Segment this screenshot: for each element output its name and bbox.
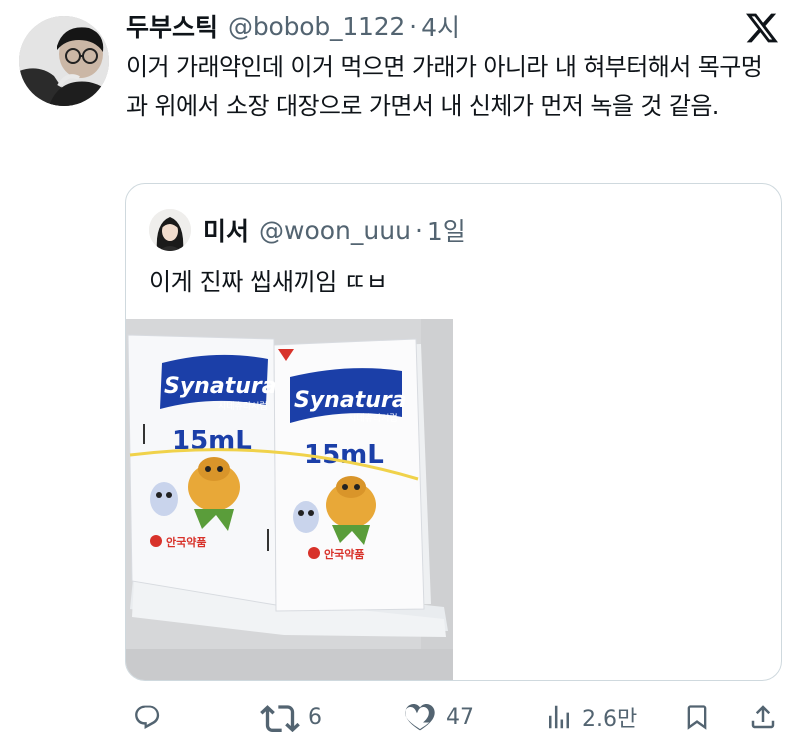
sachet-brand-korean: 시네츄라시럽 [218, 401, 268, 412]
quoted-tweet-card[interactable]: 미서 @woon_uuu · 1일 이게 진짜 씹새끼임 ㄸㅂ Synatura… [125, 183, 782, 681]
tweet-header: 두부스틱 @bobob_1122 · 4시 [126, 8, 460, 44]
bookmark-icon [687, 705, 707, 730]
x-logo-icon [746, 12, 778, 44]
views-count: 2.6만 [582, 707, 638, 732]
share-icon [751, 705, 775, 729]
reply-icon [135, 705, 160, 730]
heart-icon [405, 704, 435, 731]
views-button[interactable]: 2.6만 [544, 690, 637, 744]
share-button[interactable] [748, 690, 778, 744]
tweet-text: 이거 가래약인데 이거 먹으면 가래가 아니라 내 혀부터해서 목구멍과 위에서… [126, 53, 763, 120]
sachet-brand-korean: 시네츄라시럽 [348, 413, 398, 424]
quoted-author-avatar[interactable] [149, 209, 191, 251]
sachet-brand-label: Synatura [294, 388, 407, 413]
reply-button[interactable] [133, 690, 169, 744]
separator-dot: · [414, 215, 423, 245]
retweet-icon [260, 705, 300, 732]
author-display-name[interactable]: 두부스틱 [126, 8, 218, 44]
quoted-tweet-header: 미서 @woon_uuu · 1일 [203, 212, 466, 248]
like-count: 47 [446, 704, 474, 730]
author-avatar[interactable] [19, 16, 109, 106]
quoted-author-handle[interactable]: @woon_uuu [259, 216, 411, 245]
quoted-tweet-text: 이게 진짜 씹새끼임 ㄸㅂ [149, 268, 388, 296]
quoted-tweet-photo[interactable]: Synatura Synatura 시네츄라시럽 시네츄라시럽 15mL 15m… [126, 319, 453, 680]
person-with-glasses-avatar [19, 16, 109, 106]
woman-avatar-icon [149, 209, 191, 251]
quoted-author-display-name[interactable]: 미서 [203, 212, 249, 248]
like-button[interactable]: 47 [402, 690, 474, 744]
retweet-count: 6 [308, 704, 322, 730]
bookmark-button[interactable] [683, 690, 711, 744]
tweet-timestamp[interactable]: 4시 [421, 8, 460, 44]
views-icon [549, 705, 569, 729]
separator-dot: · [409, 11, 418, 41]
sachet-maker-label: 안국약품 [166, 535, 206, 549]
sachet-brand-label: Synatura [164, 374, 277, 399]
retweet-button[interactable]: 6 [260, 690, 322, 744]
tweet-action-bar: 6 47 2.6만 [0, 690, 800, 744]
medicine-sachet-photo: Synatura Synatura 시네츄라시럽 시네츄라시럽 15mL 15m… [126, 319, 453, 680]
quoted-tweet-timestamp[interactable]: 1일 [427, 212, 466, 248]
author-handle[interactable]: @bobob_1122 [228, 12, 405, 41]
sachet-maker-label: 안국약품 [324, 547, 364, 561]
